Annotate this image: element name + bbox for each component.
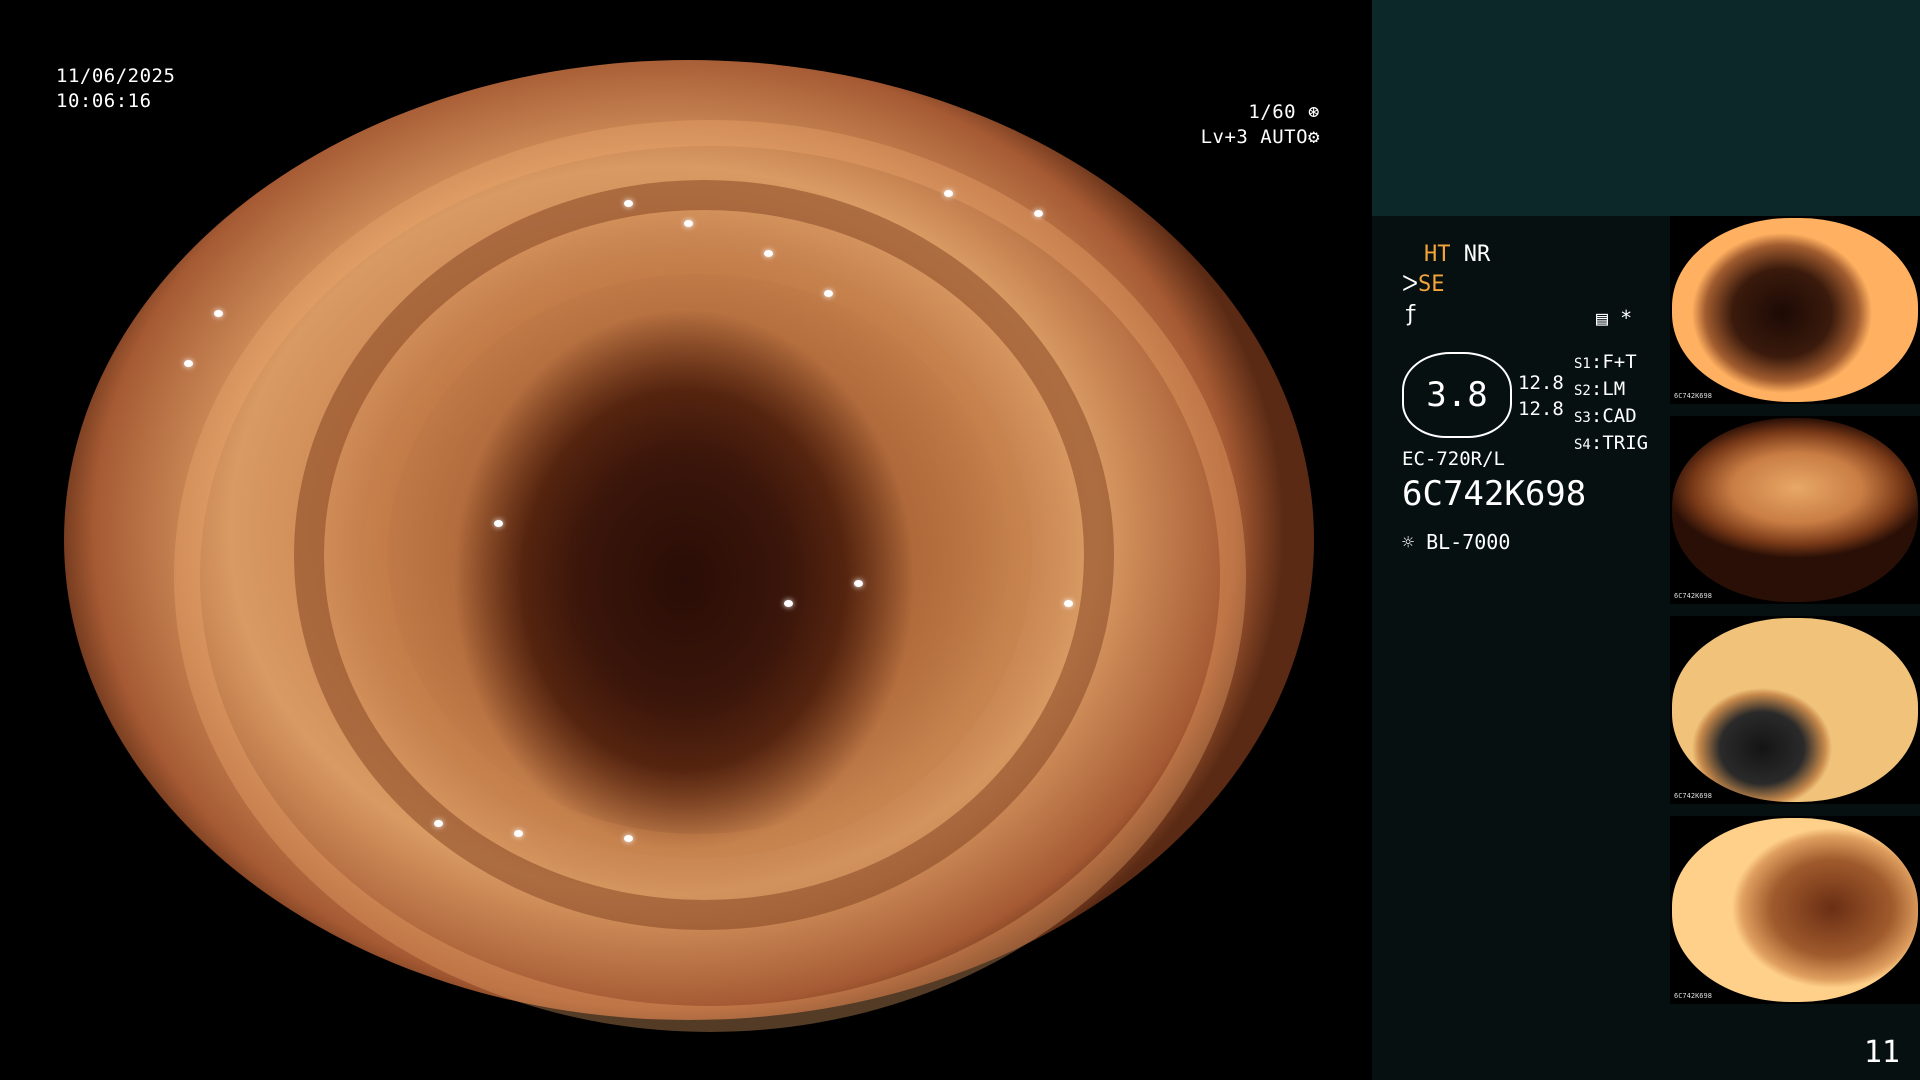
page-number: 11 [1863,1035,1900,1070]
endoscope-main-view: 11/06/2025 10:06:16 1/60 ⊛ Lv+3 AUTO⚙ [0,0,1372,1080]
level-text: Lv+3 [1200,126,1249,148]
specular-highlight [214,310,223,317]
switch-key: S2 [1574,383,1591,399]
thumbnail-label: 6C742K698 [1674,592,1712,600]
light-source-label: BL-7000 [1426,530,1511,554]
asterisk-label: * [1620,306,1633,330]
specular-highlight [944,190,953,197]
switch-key: S3 [1574,410,1591,426]
switch-label: TRIG [1602,432,1649,454]
thumbnail-label: 6C742K698 [1674,392,1712,400]
endoscopic-image [64,60,1314,1032]
gauge-reading-2: 12.8 [1518,398,1564,420]
nr-mode-label: NR [1463,242,1491,267]
structure-enhance-icon: ᐳ [1402,272,1419,297]
specular-highlight [494,520,503,527]
specular-highlight [184,360,193,367]
datetime-display: 11/06/2025 10:06:16 [56,64,175,114]
thumbnail-2[interactable]: 6C742K698 [1670,416,1920,604]
specular-highlight [1034,210,1043,217]
switch-label: F+T [1602,351,1637,373]
camera-settings: 1/60 ⊛ Lv+3 AUTO⚙ [1190,100,1320,150]
mode-text: AUTO [1260,126,1309,148]
specular-highlight [624,835,633,842]
side-panel: HT NR ᐳSE ƒ ▤ * 3.8 12.8 12.8 S1:F+T S2:… [1372,0,1920,1080]
specular-highlight [434,820,443,827]
specular-highlight [624,200,633,207]
sun-icon: ☼ [1402,530,1415,554]
color-enhance-icon: ƒ [1404,302,1418,327]
thumbnail-3[interactable]: 6C742K698 [1670,616,1920,804]
settings-list-icon: ▤ [1596,306,1609,330]
specular-highlight [1064,600,1073,607]
date-text: 11/06/2025 [56,65,176,87]
gear-icon: ⚙ [1308,126,1320,148]
specular-highlight [514,830,523,837]
gauge-reading-1: 12.8 [1518,372,1564,394]
ht-mode-label: HT [1424,242,1451,267]
thumbnail-1[interactable]: 6C742K698 [1670,216,1920,404]
thumbnail-label: 6C742K698 [1674,992,1712,1000]
switch-label: LM [1602,378,1626,400]
thumbnail-4[interactable]: 6C742K698 [1670,816,1920,1004]
scope-serial: 6C742K698 [1402,474,1587,514]
switch-key: S1 [1574,356,1591,372]
mucosa-fold-inner [364,250,1032,858]
specular-highlight [764,250,773,257]
specular-highlight [824,290,833,297]
specular-highlight [784,600,793,607]
time-text: 10:06:16 [56,90,152,112]
aperture-icon: ⊛ [1308,101,1320,123]
scope-model: EC-720R/L [1402,448,1505,470]
thumbnail-label: 6C742K698 [1674,792,1712,800]
insertion-gauge: 3.8 [1402,352,1512,438]
specular-highlight [684,220,693,227]
side-panel-header-block [1372,0,1920,216]
shutter-text: 1/60 [1248,101,1297,123]
switch-label: CAD [1602,405,1637,427]
switch-key: S4 [1574,437,1591,453]
gauge-value: 3.8 [1426,375,1488,415]
specular-highlight [854,580,863,587]
se-mode-label: SE [1418,272,1445,297]
